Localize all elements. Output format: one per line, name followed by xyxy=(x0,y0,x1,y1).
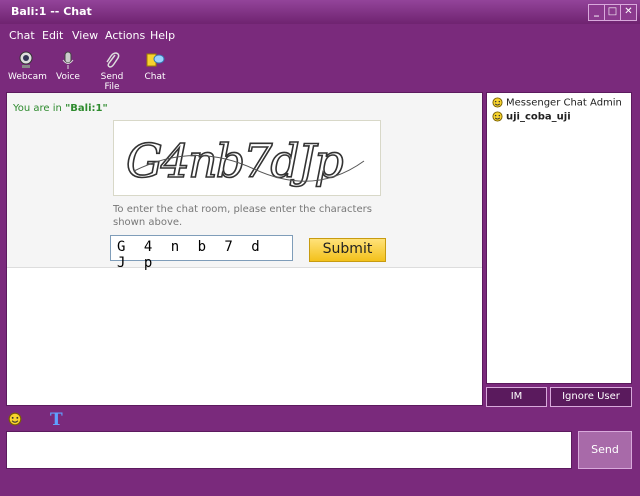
window-title: Bali:1 -- Chat xyxy=(11,5,92,18)
user-item[interactable]: Messenger Chat Admin xyxy=(492,97,622,109)
smiley-icon xyxy=(492,111,503,122)
menu-chat[interactable]: Chat xyxy=(9,29,35,42)
send-file-button[interactable]: Send File xyxy=(92,50,132,92)
captcha-input[interactable]: G 4 n b 7 d J p xyxy=(110,235,293,271)
menu-help[interactable]: Help xyxy=(150,29,175,42)
minimize-button[interactable]: _ xyxy=(588,4,605,21)
emoticon-button[interactable] xyxy=(8,412,22,426)
close-button[interactable]: ✕ xyxy=(620,4,637,21)
room-info: You are in "Bali:1" xyxy=(13,103,108,114)
submit-button[interactable]: Submit xyxy=(309,238,386,262)
user-name: uji_coba_uji xyxy=(506,111,571,123)
toolbar: Webcam Voice Send File Chat xyxy=(0,50,640,92)
maximize-button[interactable]: □ xyxy=(604,4,621,21)
chat-button[interactable]: Chat xyxy=(142,50,168,82)
menu-view[interactable]: View xyxy=(72,29,98,42)
menu-bar: Chat Edit View Actions Help xyxy=(0,26,640,46)
paperclip-icon xyxy=(106,52,120,68)
captcha-panel: You are in "Bali:1" G4nb7dJp To enter th… xyxy=(7,93,482,271)
captcha-image: G4nb7dJp xyxy=(113,120,381,196)
send-button[interactable]: Send xyxy=(578,431,632,469)
menu-edit[interactable]: Edit xyxy=(42,29,63,42)
voice-label: Voice xyxy=(56,72,80,82)
send-file-label: Send File xyxy=(100,72,124,92)
text-format-icon[interactable]: T xyxy=(50,410,63,430)
captcha-instructions: To enter the chat room, please enter the… xyxy=(113,204,372,228)
message-input[interactable] xyxy=(6,431,572,469)
voice-button[interactable]: Voice xyxy=(54,50,82,82)
chat-icon xyxy=(146,53,165,67)
webcam-button[interactable]: Webcam xyxy=(8,50,47,82)
format-bar: T xyxy=(0,408,640,430)
user-list: Messenger Chat Admin uji_coba_uji xyxy=(486,92,632,384)
user-name: Messenger Chat Admin xyxy=(506,97,622,109)
ignore-user-button[interactable]: Ignore User xyxy=(550,387,632,407)
user-item[interactable]: uji_coba_uji xyxy=(492,111,571,123)
title-bar: Bali:1 -- Chat _ □ ✕ xyxy=(0,0,640,24)
im-button[interactable]: IM xyxy=(486,387,547,407)
chat-label: Chat xyxy=(144,72,166,82)
chat-pane[interactable]: You are in "Bali:1" G4nb7dJp To enter th… xyxy=(6,92,483,406)
room-prefix: You are in xyxy=(13,103,66,114)
microphone-icon xyxy=(62,51,74,69)
webcam-icon xyxy=(19,51,33,68)
menu-actions[interactable]: Actions xyxy=(105,29,145,42)
smiley-icon xyxy=(492,97,503,108)
room-name: "Bali:1" xyxy=(65,103,108,114)
webcam-label: Webcam xyxy=(8,72,47,82)
